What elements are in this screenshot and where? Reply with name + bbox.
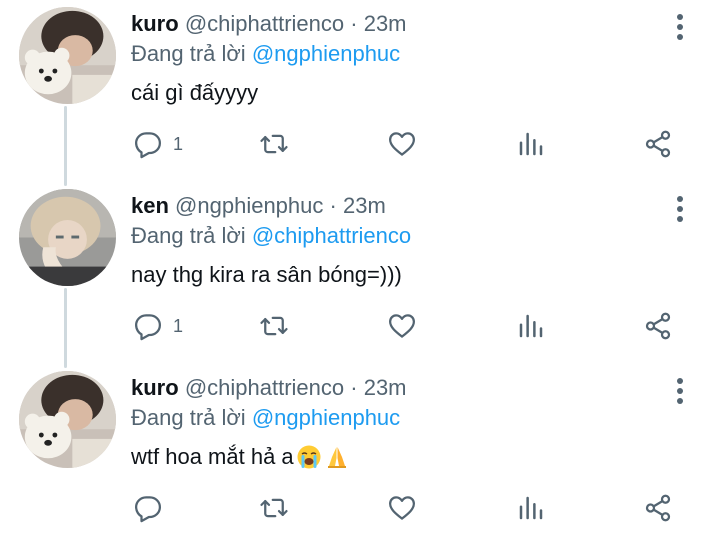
reply-button[interactable]: 1 bbox=[133, 126, 183, 162]
author-name[interactable]: ken bbox=[131, 193, 169, 218]
more-vertical-icon[interactable] bbox=[670, 376, 690, 406]
separator-dot: · bbox=[350, 11, 358, 36]
separator-dot: · bbox=[350, 375, 358, 400]
share-icon bbox=[645, 494, 671, 522]
timestamp[interactable]: 23m bbox=[364, 11, 407, 36]
retweet-icon bbox=[260, 498, 288, 518]
action-bar: 1 bbox=[0, 308, 720, 344]
tweet-text-content: nay thg kira ra sân bóng=))) bbox=[131, 262, 402, 287]
share-button[interactable] bbox=[643, 126, 673, 162]
analytics-button[interactable] bbox=[516, 490, 546, 526]
reply-count: 1 bbox=[173, 315, 184, 336]
action-bar bbox=[0, 490, 720, 526]
author-handle[interactable]: @ngphienphuc bbox=[175, 193, 323, 218]
tweet[interactable]: ken @ngphienphuc · 23m Đang trả lời @chi… bbox=[0, 182, 720, 364]
folded-hands-emoji bbox=[327, 447, 346, 468]
share-icon bbox=[645, 130, 671, 158]
author-handle[interactable]: @chiphattrienco bbox=[185, 11, 344, 36]
tweet-text: wtf hoa mắt hả a bbox=[131, 442, 350, 472]
tweet-text-content: cái gì đấyyyy bbox=[131, 80, 259, 105]
reply-icon bbox=[135, 496, 161, 523]
reply-button[interactable] bbox=[133, 490, 173, 526]
analytics-button[interactable] bbox=[516, 126, 546, 162]
replying-to-label: Đang trả lời bbox=[131, 41, 246, 66]
timestamp[interactable]: 23m bbox=[364, 375, 407, 400]
action-bar: 1 bbox=[0, 126, 720, 162]
retweet-button[interactable] bbox=[259, 308, 289, 344]
replying-to-label: Đang trả lời bbox=[131, 223, 246, 248]
heart-icon bbox=[389, 314, 415, 338]
analytics-icon bbox=[519, 496, 543, 520]
tweet-text: nay thg kira ra sân bóng=))) bbox=[131, 260, 402, 290]
author-name[interactable]: kuro bbox=[131, 375, 179, 400]
replying-to: Đang trả lời @ngphienphuc bbox=[131, 40, 400, 68]
separator-dot: · bbox=[329, 193, 337, 218]
author-name[interactable]: kuro bbox=[131, 11, 179, 36]
heart-icon bbox=[389, 496, 415, 520]
analytics-button[interactable] bbox=[516, 308, 546, 344]
like-button[interactable] bbox=[387, 308, 417, 344]
like-button[interactable] bbox=[387, 490, 417, 526]
share-button[interactable] bbox=[643, 308, 673, 344]
analytics-icon bbox=[519, 132, 543, 156]
tweet-text: cái gì đấyyyy bbox=[131, 78, 258, 108]
tweet-header: kuro @chiphattrienco · 23m bbox=[131, 374, 407, 402]
retweet-icon bbox=[260, 134, 288, 154]
retweet-button[interactable] bbox=[259, 126, 289, 162]
share-icon bbox=[645, 312, 671, 340]
tweet[interactable]: kuro @chiphattrienco · 23m Đang trả lời … bbox=[0, 0, 720, 182]
retweet-icon bbox=[260, 316, 288, 336]
mention-link[interactable]: @ngphienphuc bbox=[252, 41, 400, 66]
like-button[interactable] bbox=[387, 126, 417, 162]
replying-to: Đang trả lời @chiphattrienco bbox=[131, 222, 411, 250]
tweet-header: kuro @chiphattrienco · 23m bbox=[131, 10, 407, 38]
tweet[interactable]: kuro @chiphattrienco · 23m Đang trả lời … bbox=[0, 364, 720, 539]
avatar[interactable] bbox=[19, 7, 116, 104]
heart-icon bbox=[389, 132, 415, 156]
analytics-icon bbox=[519, 314, 543, 338]
author-handle[interactable]: @chiphattrienco bbox=[185, 375, 344, 400]
loudly-crying-face-emoji bbox=[297, 445, 321, 469]
reply-icon bbox=[135, 132, 161, 159]
replying-to: Đang trả lời @ngphienphuc bbox=[131, 404, 400, 432]
more-vertical-icon[interactable] bbox=[670, 194, 690, 224]
retweet-button[interactable] bbox=[259, 490, 289, 526]
mention-link[interactable]: @chiphattrienco bbox=[252, 223, 411, 248]
share-button[interactable] bbox=[643, 490, 673, 526]
avatar[interactable] bbox=[19, 189, 116, 286]
tweet-header: ken @ngphienphuc · 23m bbox=[131, 192, 386, 220]
tweet-text-content: wtf hoa mắt hả a bbox=[131, 444, 294, 469]
reply-button[interactable]: 1 bbox=[133, 308, 183, 344]
reply-count: 1 bbox=[173, 133, 184, 154]
avatar[interactable] bbox=[19, 371, 116, 468]
replying-to-label: Đang trả lời bbox=[131, 405, 246, 430]
reply-icon bbox=[135, 314, 161, 341]
mention-link[interactable]: @ngphienphuc bbox=[252, 405, 400, 430]
more-vertical-icon[interactable] bbox=[670, 12, 690, 42]
timestamp[interactable]: 23m bbox=[343, 193, 386, 218]
